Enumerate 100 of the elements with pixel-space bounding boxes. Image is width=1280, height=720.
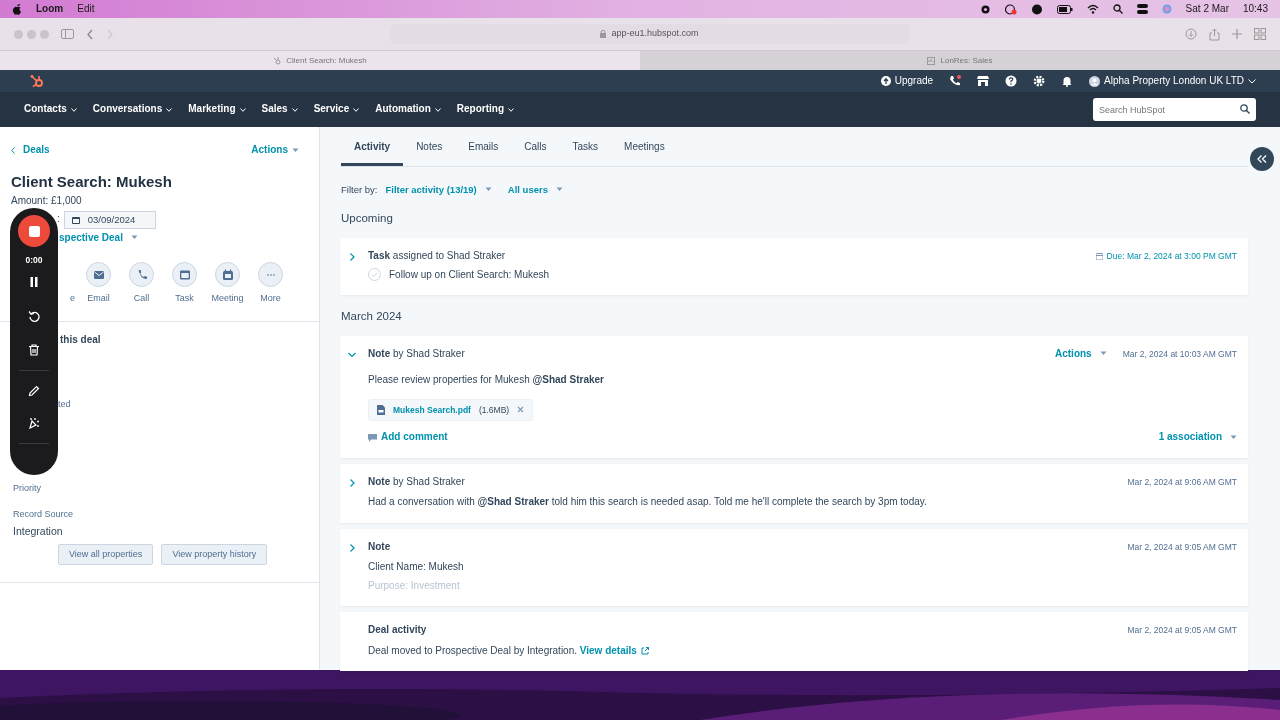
note-text: Please review properties for Mukesh @Shad Straker (368, 374, 605, 387)
stop-button[interactable] (18, 215, 50, 247)
caret-icon (555, 186, 563, 192)
amount-text: Amount: £1,000 (11, 195, 83, 208)
chevron-icon[interactable] (348, 252, 356, 261)
toggle-icon[interactable] (1136, 4, 1148, 14)
upgrade-link[interactable]: Upgrade (880, 74, 934, 88)
search-field[interactable]: Search HubSpot (1093, 98, 1256, 121)
stage-menu[interactable]: spective Deal (59, 231, 123, 245)
actions-menu[interactable]: Actions (251, 144, 299, 157)
action-label: More (260, 293, 281, 305)
notification-icon[interactable] (1061, 75, 1074, 87)
nav-menu[interactable]: Service (313, 103, 360, 116)
file-link[interactable]: Mukesh Search.pdf (393, 404, 471, 416)
date-text: Sat 2 Mar (1185, 2, 1229, 16)
card-date: Mar 2, 2024 at 9:05 AM GMT (1127, 541, 1237, 553)
meeting-button[interactable] (215, 262, 240, 288)
filter-menu[interactable]: Filter activity (13/19) (385, 183, 492, 196)
chevron-icon[interactable] (348, 478, 356, 487)
file-size: (1.6MB) (478, 404, 510, 416)
restart-icon[interactable] (28, 309, 40, 322)
property-button[interactable]: View property history (161, 543, 268, 565)
calendar-icon (221, 268, 234, 281)
filter-menu[interactable]: All users (507, 183, 563, 196)
action-label: Task (175, 293, 194, 305)
timeline-tab[interactable]: Emails (455, 133, 512, 166)
card-date: Mar 2, 2024 at 9:06 AM GMT (1127, 476, 1237, 488)
calendar-icon (71, 215, 80, 224)
nav-menu[interactable]: Conversations (92, 103, 173, 116)
caret-icon (166, 107, 173, 112)
caret-icon (1099, 351, 1107, 357)
action-label: e (70, 293, 76, 305)
marketplace-icon[interactable] (977, 75, 990, 87)
property-label: Priority (12, 483, 42, 495)
comment-icon (368, 433, 377, 442)
menu-item[interactable]: Loom (36, 2, 64, 16)
nav-menu[interactable]: Sales (261, 103, 298, 116)
back-icon[interactable] (86, 28, 94, 40)
search-icon[interactable] (1112, 4, 1123, 14)
menu-item[interactable]: Edit (77, 2, 95, 16)
date-field[interactable]: 03/09/2024 (63, 210, 157, 229)
nav-menu[interactable]: Contacts (24, 103, 77, 116)
settings-icon[interactable] (1033, 75, 1046, 87)
group-heading: Upcoming (341, 211, 394, 226)
card-date: Mar 2, 2024 at 9:05 AM GMT (1127, 625, 1237, 636)
battery-icon[interactable] (1056, 4, 1073, 14)
activity-text: Deal moved to Prospective Deal by Integration. View details (368, 644, 1237, 658)
nav-menu[interactable]: Automation (375, 103, 441, 116)
record-title: Client Search: Mukesh (11, 172, 173, 192)
checkbox-icon[interactable] (368, 268, 381, 282)
card-heading: Note (368, 540, 391, 554)
double-chevron-icon (1257, 155, 1267, 163)
task-button[interactable] (172, 262, 197, 288)
email-button[interactable] (86, 262, 111, 288)
account-menu[interactable]: Alpha Property London UK LTD (1089, 74, 1256, 88)
section-title: this deal (60, 334, 102, 347)
timer-text: 0:00 (25, 255, 43, 266)
caret-icon (508, 107, 514, 112)
sprocket-icon[interactable] (30, 74, 44, 88)
card-heading: Task assigned to Shad Straker (368, 249, 506, 263)
action-label: Meeting (211, 293, 244, 305)
nav-menu[interactable]: Marketing (188, 103, 246, 116)
search-icon[interactable] (1240, 104, 1250, 114)
add-comment-link[interactable]: Add comment (368, 431, 448, 444)
actions-menu[interactable]: Actions (1055, 347, 1107, 361)
call-button[interactable] (129, 262, 154, 288)
avatar-icon (1089, 75, 1101, 87)
chevron-icon[interactable] (348, 350, 356, 359)
caret-icon (292, 147, 299, 153)
browser-tab[interactable]: Client Search: Mukesh (0, 50, 640, 70)
pause-icon[interactable] (28, 275, 40, 288)
nav-menu[interactable]: Reporting (456, 103, 514, 116)
apple-icon[interactable] (12, 3, 22, 15)
chevron-icon[interactable] (348, 543, 356, 552)
property-button[interactable]: View all properties (58, 543, 154, 565)
note-text: Client Name: Mukesh (368, 561, 465, 574)
timeline-tab[interactable]: Notes (403, 133, 456, 166)
back-link[interactable]: Deals (11, 144, 50, 157)
caret-icon (291, 107, 298, 112)
wifi-icon[interactable] (1086, 4, 1099, 14)
timeline-tab[interactable]: Tasks (559, 133, 612, 166)
filter-label: Filter by: (341, 183, 378, 196)
timeline-tab[interactable]: Calls (511, 133, 560, 166)
record-icon[interactable] (1004, 3, 1017, 15)
associations-menu[interactable]: 1 association (1158, 431, 1237, 444)
pencil-icon[interactable] (28, 384, 40, 397)
timeline-tab[interactable]: Meetings (611, 133, 678, 166)
timeline-tab[interactable]: Activity (341, 133, 404, 166)
field-label: ted (58, 398, 72, 411)
address-bar[interactable]: app-eu1.hubspot.com (389, 24, 910, 44)
trash-icon[interactable] (28, 343, 40, 356)
caret-icon (434, 107, 441, 112)
close-icon[interactable] (517, 406, 525, 414)
help-icon[interactable] (1005, 75, 1018, 87)
caret-icon (1230, 435, 1237, 440)
phone-icon[interactable] (949, 75, 962, 87)
card-date: Due: Mar 2, 2024 at 3:00 PM GMT (1095, 250, 1237, 262)
property-value: Integration (12, 524, 64, 538)
view-details-link[interactable]: View details (579, 644, 649, 658)
sparkle-icon[interactable] (28, 416, 40, 429)
